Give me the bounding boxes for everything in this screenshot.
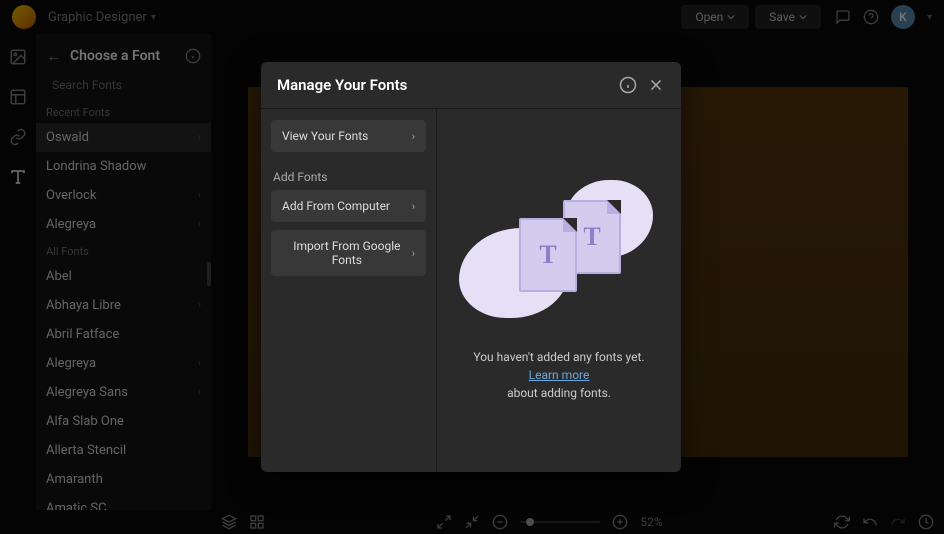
modal-title: Manage Your Fonts (277, 76, 609, 94)
modal-content: T T You haven't added any fonts yet. Lea… (437, 109, 681, 472)
close-icon[interactable] (647, 76, 665, 94)
import-google-fonts-label: Import From Google Fonts (282, 239, 412, 267)
view-your-fonts-label: View Your Fonts (282, 129, 368, 143)
view-your-fonts-button[interactable]: View Your Fonts › (271, 120, 426, 152)
empty-state-illustration: T T (459, 180, 659, 330)
empty-state-text: You haven't added any fonts yet. Learn m… (457, 348, 661, 402)
empty-prefix: You haven't added any fonts yet. (473, 350, 644, 364)
chevron-right-icon: › (412, 200, 415, 213)
manage-fonts-modal: Manage Your Fonts View Your Fonts › Add … (261, 62, 681, 472)
chevron-right-icon: › (412, 247, 415, 260)
learn-more-link[interactable]: Learn more (529, 368, 590, 382)
modal-sidebar: View Your Fonts › Add Fonts Add From Com… (261, 109, 437, 472)
chevron-right-icon: › (412, 130, 415, 143)
import-google-fonts-button[interactable]: Import From Google Fonts › (271, 230, 426, 276)
info-icon[interactable] (619, 76, 637, 94)
add-from-computer-button[interactable]: Add From Computer › (271, 190, 426, 222)
empty-suffix: about adding fonts. (507, 386, 611, 400)
add-fonts-section-label: Add Fonts (271, 160, 426, 190)
add-from-computer-label: Add From Computer (282, 199, 390, 213)
